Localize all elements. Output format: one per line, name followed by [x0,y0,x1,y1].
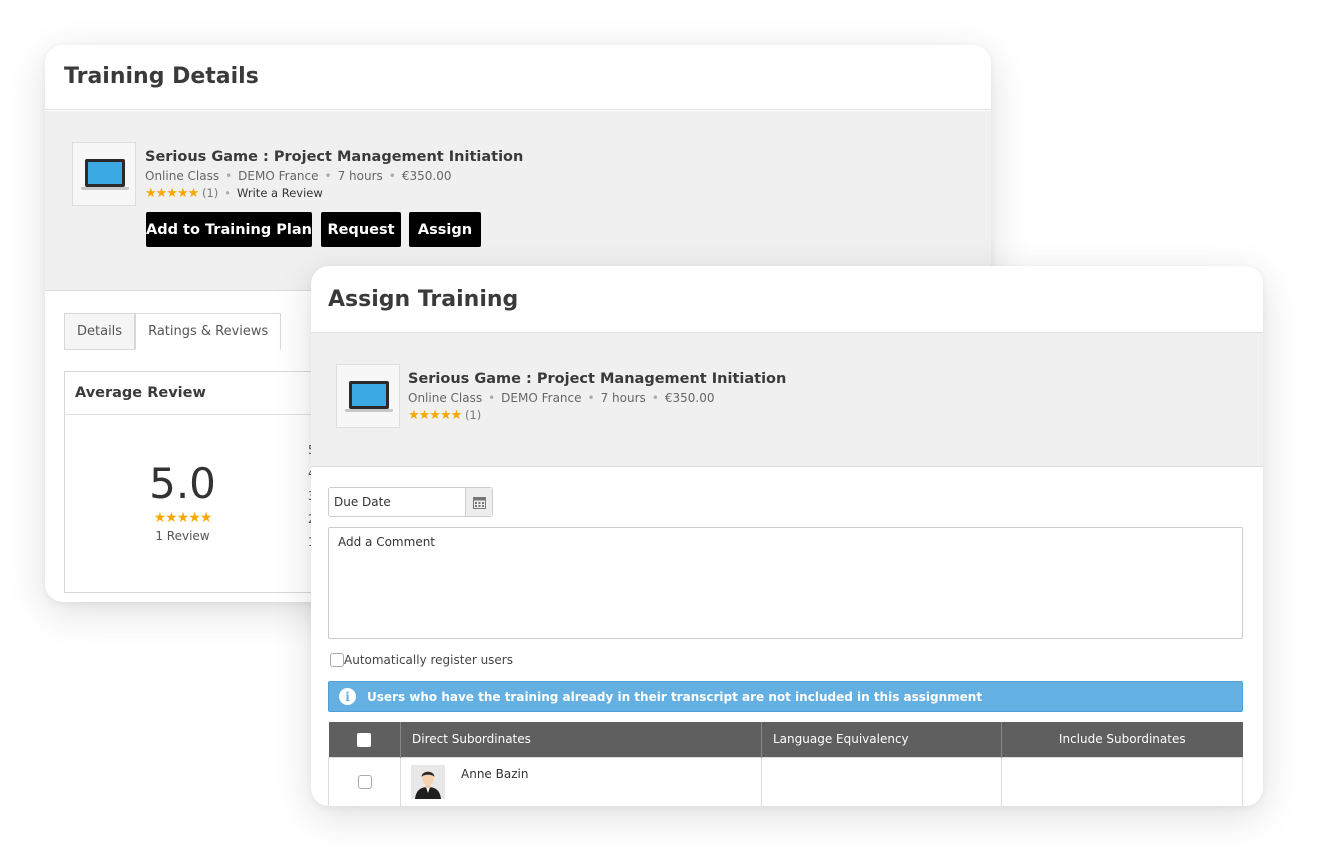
auto-register-label: Automatically register users [344,653,513,667]
course-rating: ★★★★★ (1) • Write a Review [145,186,323,201]
details-tabs: Details Ratings & Reviews [64,313,282,350]
row-select-cell [328,756,401,806]
assign-header: Assign Training [311,266,1263,333]
rating-stars: ★★★★★ [408,408,462,423]
col-direct-subordinates[interactable]: Direct Subordinates [400,722,762,757]
laptop-icon [81,159,129,190]
col-language-equivalency[interactable]: Language Equivalency [761,722,1002,757]
select-all-checkbox[interactable] [357,732,372,747]
assign-course-summary: Serious Game : Project Management Initia… [311,333,1263,467]
comment-textarea[interactable] [328,527,1243,639]
due-date-field [328,487,493,517]
info-icon: i [339,688,356,705]
review-count: 1 Review [155,529,210,543]
include-subordinates-cell[interactable] [1001,756,1243,806]
course-provider: DEMO France [501,391,582,405]
assign-button[interactable]: Assign [409,212,481,247]
course-thumbnail [72,142,136,206]
write-review-link[interactable]: Write a Review [237,186,323,200]
details-course-summary: Serious Game : Project Management Initia… [45,111,991,291]
course-title[interactable]: Serious Game : Project Management Initia… [408,371,786,387]
row-checkbox[interactable] [357,774,372,789]
course-price: €350.00 [401,169,452,183]
course-type: Online Class [408,391,483,405]
average-stars: ★★★★★ [153,509,213,525]
assign-training-card: Assign Training Serious Game : Project M… [311,266,1263,806]
average-review-heading: Average Review [65,372,333,415]
course-rating: ★★★★★ (1) [408,408,481,423]
course-meta: Online Class • DEMO France • 7 hours • €350.00 [145,169,452,183]
auto-register-option: Automatically register users [330,653,513,667]
avatar [411,764,445,799]
course-thumbnail [336,364,400,428]
subordinates-table: Direct Subordinates Language Equivalency… [328,722,1243,806]
add-to-training-plan-button[interactable]: Add to Training Plan [146,212,312,247]
col-include-subordinates[interactable]: Include Subordinates [1001,722,1243,757]
auto-register-checkbox[interactable] [330,653,344,667]
course-duration: 7 hours [337,169,383,183]
select-all-header [328,722,401,757]
info-message-text: Users who have the training already in t… [367,689,983,704]
rating-count: (1) [201,186,219,200]
details-header: Training Details [45,45,991,110]
tab-ratings-reviews[interactable]: Ratings & Reviews [135,313,282,350]
table-row: Anne Bazin [328,756,1243,806]
table-header-row: Direct Subordinates Language Equivalency… [328,722,1243,757]
calendar-icon[interactable] [465,488,492,516]
subordinate-cell: Anne Bazin [400,756,762,806]
language-equivalency-cell[interactable] [761,756,1002,806]
due-date-input[interactable] [329,488,466,516]
course-title[interactable]: Serious Game : Project Management Initia… [145,149,523,165]
course-type: Online Class [145,169,220,183]
rating-stars: ★★★★★ [145,186,199,201]
course-price: €350.00 [664,391,715,405]
average-score: 5.0 [149,459,216,508]
info-message-bar: i Users who have the training already in… [328,681,1243,712]
course-meta: Online Class • DEMO France • 7 hours • €350.00 [408,391,715,405]
laptop-icon [345,381,393,412]
rating-count: (1) [464,408,482,422]
request-button[interactable]: Request [321,212,401,247]
course-provider: DEMO France [238,169,319,183]
tab-details[interactable]: Details [64,313,136,350]
details-title: Training Details [64,64,259,89]
assign-title: Assign Training [328,287,519,312]
average-review-panel: Average Review 5.0 ★★★★★ 1 Review 5★ 4★ … [64,371,334,593]
subordinate-name[interactable]: Anne Bazin [461,767,528,781]
course-duration: 7 hours [600,391,646,405]
